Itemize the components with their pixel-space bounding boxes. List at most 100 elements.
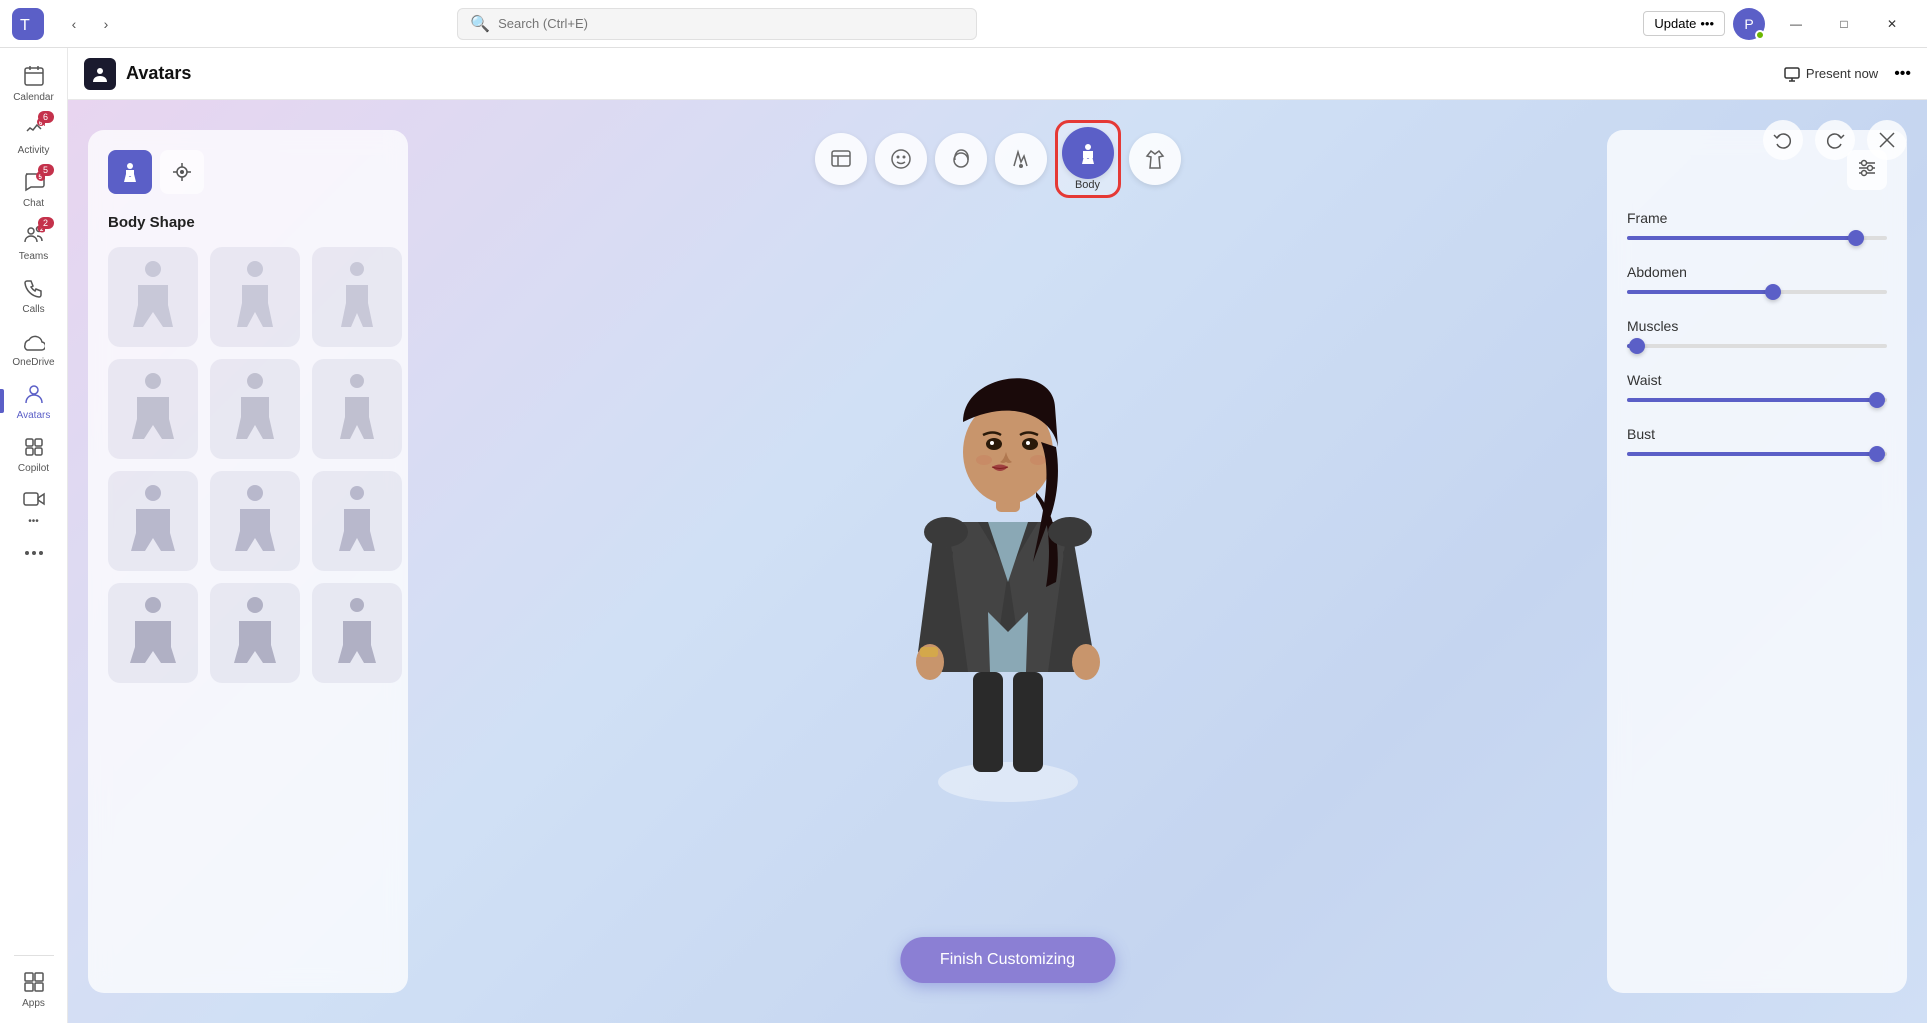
- sidebar-item-onedrive[interactable]: OneDrive: [0, 321, 67, 374]
- bust-track[interactable]: [1627, 452, 1887, 456]
- present-now-button[interactable]: Present now: [1776, 62, 1886, 86]
- frame-track[interactable]: [1627, 236, 1887, 240]
- user-avatar: P: [1733, 8, 1765, 40]
- finish-customizing-button[interactable]: Finish Customizing: [900, 937, 1115, 983]
- frame-label: Frame: [1627, 210, 1887, 226]
- body-shape-item-6[interactable]: [312, 359, 402, 459]
- app-header-right: Present now •••: [1776, 62, 1911, 86]
- sidebar-item-calendar[interactable]: Calendar: [0, 56, 67, 109]
- forward-button[interactable]: ›: [92, 10, 120, 38]
- toolbar-body-wrapper: Body: [1055, 120, 1121, 198]
- avatar-container: Finish Customizing: [408, 100, 1607, 1023]
- sidebar-label-calls: Calls: [22, 304, 44, 315]
- teams-badge: 2: [38, 217, 54, 229]
- toolbar-outfit: [1129, 133, 1181, 185]
- close-button[interactable]: ✕: [1869, 8, 1915, 40]
- window-controls: — □ ✕: [1773, 8, 1915, 40]
- sidebar-label-calendar: Calendar: [13, 92, 54, 103]
- sidebar-item-activity[interactable]: 6 6 Activity: [0, 109, 67, 162]
- abdomen-label: Abdomen: [1627, 264, 1887, 280]
- waist-track[interactable]: [1627, 398, 1887, 402]
- frame-slider-section: Frame: [1627, 210, 1887, 240]
- app-icon: [84, 58, 116, 90]
- body-shape-item-2[interactable]: [210, 247, 300, 347]
- body-shape-item-5[interactable]: [210, 359, 300, 459]
- apps-icon: [20, 968, 48, 996]
- calls-icon: [20, 274, 48, 302]
- panel-tab-accessories[interactable]: [160, 150, 204, 194]
- body-shape-item-1[interactable]: [108, 247, 198, 347]
- meet-icon: [20, 486, 48, 514]
- svg-text:T: T: [20, 17, 30, 34]
- body-shape-item-10[interactable]: [108, 583, 198, 683]
- sidebar: Calendar 6 6 Activity 5: [0, 48, 68, 1023]
- body-shape-item-9[interactable]: [312, 471, 402, 571]
- body-shape-item-8[interactable]: [210, 471, 300, 571]
- main-layout: Calendar 6 6 Activity 5: [0, 48, 1927, 1023]
- sidebar-label-avatars: Avatars: [17, 410, 51, 421]
- body-shape-item-3[interactable]: [312, 247, 402, 347]
- sidebar-label-teams: Teams: [19, 251, 48, 262]
- sidebar-item-apps[interactable]: Apps: [0, 962, 67, 1015]
- panel-tabs: [108, 150, 388, 194]
- edit-controls: [1763, 120, 1907, 160]
- status-indicator: [1755, 30, 1765, 40]
- update-button[interactable]: Update •••: [1643, 11, 1725, 36]
- title-bar: T ‹ › 🔍 Update ••• P — □ ✕: [0, 0, 1927, 48]
- toolbar-body-button[interactable]: [1062, 127, 1114, 179]
- activity-badge: 6: [38, 111, 54, 123]
- left-panel: Body Shape: [88, 130, 408, 993]
- app-header: Avatars Present now •••: [68, 48, 1927, 100]
- body-shape-item-7[interactable]: [108, 471, 198, 571]
- sidebar-label-chat: Chat: [23, 198, 44, 209]
- teams-nav-icon: 2 2: [20, 221, 48, 249]
- panel-tab-body-shape[interactable]: [108, 150, 152, 194]
- bust-label: Bust: [1627, 426, 1887, 442]
- undo-button[interactable]: [1763, 120, 1803, 160]
- toolbar-face-button[interactable]: [875, 133, 927, 185]
- toolbar-template: [815, 133, 867, 185]
- sidebar-item-chat[interactable]: 5 5 Chat: [0, 162, 67, 215]
- sidebar-item-copilot[interactable]: Copilot: [0, 427, 67, 480]
- toolbar-hair-button[interactable]: [935, 133, 987, 185]
- sidebar-item-avatars[interactable]: Avatars: [0, 374, 67, 427]
- chat-icon: 5 5: [20, 168, 48, 196]
- avatar-figure: [878, 322, 1138, 802]
- sidebar-label-meet: •••: [28, 516, 39, 527]
- editor-close-button[interactable]: [1867, 120, 1907, 160]
- toolbar-style-button[interactable]: [995, 133, 1047, 185]
- body-btn-label: Body: [1062, 179, 1114, 191]
- panel-section-title: Body Shape: [108, 214, 388, 231]
- sidebar-item-more[interactable]: [0, 533, 67, 573]
- sidebar-item-calls[interactable]: Calls: [0, 268, 67, 321]
- body-shape-item-11[interactable]: [210, 583, 300, 683]
- content-area: Avatars Present now •••: [68, 48, 1927, 1023]
- muscles-label: Muscles: [1627, 318, 1887, 334]
- search-icon: 🔍: [470, 14, 490, 34]
- search-bar[interactable]: 🔍: [457, 8, 977, 40]
- bust-slider-section: Bust: [1627, 426, 1887, 456]
- toolbar-face: [875, 133, 927, 185]
- search-input[interactable]: [498, 16, 964, 31]
- more-options-button[interactable]: •••: [1894, 65, 1911, 83]
- muscles-track[interactable]: [1627, 344, 1887, 348]
- minimize-button[interactable]: —: [1773, 8, 1819, 40]
- sidebar-item-meet[interactable]: •••: [0, 480, 67, 533]
- redo-button[interactable]: [1815, 120, 1855, 160]
- body-shape-item-4[interactable]: [108, 359, 198, 459]
- app-title: Avatars: [126, 63, 191, 84]
- calendar-icon: [20, 62, 48, 90]
- body-shape-item-12[interactable]: [312, 583, 402, 683]
- sidebar-divider: [14, 955, 54, 956]
- top-toolbar: Body: [815, 120, 1181, 198]
- present-icon: [1784, 66, 1800, 82]
- back-button[interactable]: ‹: [60, 10, 88, 38]
- maximize-button[interactable]: □: [1821, 8, 1867, 40]
- sidebar-label-copilot: Copilot: [18, 463, 49, 474]
- title-bar-right: Update ••• P — □ ✕: [1643, 8, 1915, 40]
- toolbar-template-button[interactable]: [815, 133, 867, 185]
- sidebar-item-teams[interactable]: 2 2 Teams: [0, 215, 67, 268]
- waist-slider-section: Waist: [1627, 372, 1887, 402]
- abdomen-track[interactable]: [1627, 290, 1887, 294]
- toolbar-outfit-button[interactable]: [1129, 133, 1181, 185]
